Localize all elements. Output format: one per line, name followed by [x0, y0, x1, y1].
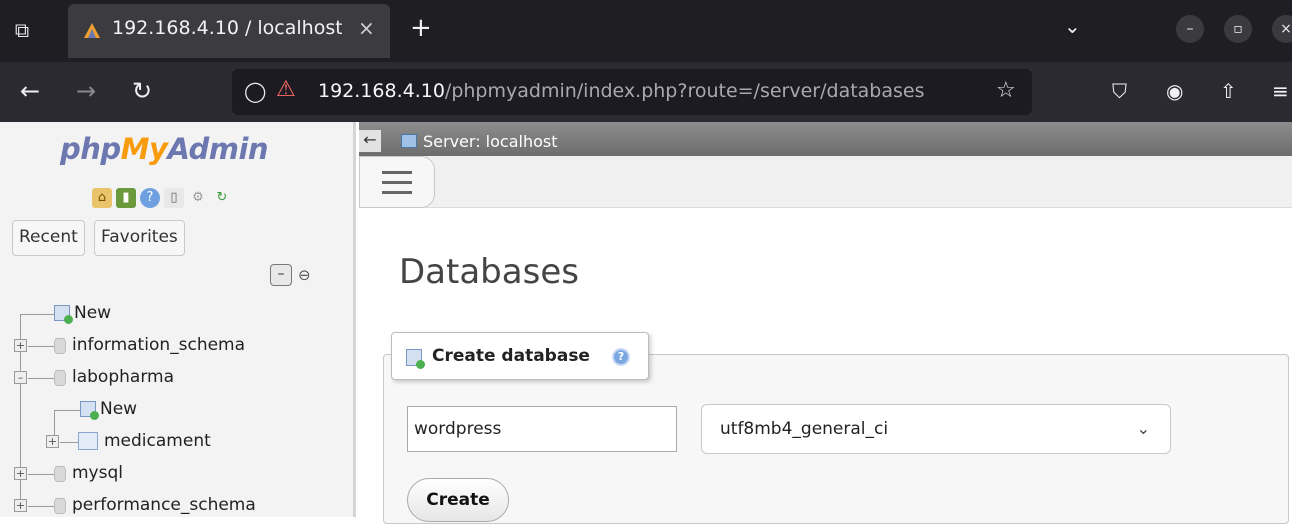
new-database-icon	[54, 305, 73, 324]
reload-nav-icon[interactable]: ↻	[212, 188, 232, 208]
account-icon[interactable]: ◉	[1166, 76, 1183, 106]
tree-item-performance-schema[interactable]: + performance_schema	[0, 490, 350, 522]
close-window-button[interactable]: ×	[1272, 15, 1292, 43]
expand-icon[interactable]: +	[14, 467, 27, 480]
hamburger-menu-button[interactable]	[359, 156, 435, 208]
expand-icon[interactable]: +	[14, 339, 27, 352]
tab-list-icon[interactable]: ⧉	[8, 16, 36, 44]
pocket-icon[interactable]: ⛉	[1112, 76, 1127, 106]
browser-tab[interactable]: 192.168.4.10 / localhost | ×	[68, 4, 390, 58]
new-database-icon	[406, 349, 425, 369]
collapse-all-icon[interactable]: –	[270, 264, 292, 286]
collation-select[interactable]: utf8mb4_general_ci ⌄	[701, 404, 1171, 454]
expand-icon[interactable]: +	[46, 435, 59, 448]
top-menu-bar	[359, 156, 1292, 208]
chevron-down-icon[interactable]: ⌄	[1064, 14, 1081, 38]
minimize-button[interactable]: –	[1176, 15, 1204, 43]
maximize-button[interactable]: ▫	[1224, 15, 1252, 43]
tree-item-medicament[interactable]: + medicament	[0, 426, 350, 458]
database-name-input[interactable]: wordpress	[407, 406, 677, 452]
collapse-panel-arrow-icon[interactable]: ←	[359, 130, 381, 152]
url-bar[interactable]: ◯ ⚠ 192.168.4.10/phpmyadmin/index.php?ro…	[232, 69, 1032, 115]
tab-favorites[interactable]: Favorites	[94, 220, 185, 256]
docs-icon[interactable]: ▯	[164, 188, 184, 208]
url-text[interactable]: 192.168.4.10/phpmyadmin/index.php?route=…	[318, 80, 925, 102]
tab-title: 192.168.4.10 / localhost |	[112, 17, 342, 39]
database-icon	[54, 466, 66, 482]
browser-nav-bar: ← → ↻ ◯ ⚠ 192.168.4.10/phpmyadmin/index.…	[0, 62, 1292, 122]
browser-tab-bar: ⧉ 192.168.4.10 / localhost | × + ⌄ – ▫ ×	[0, 0, 1292, 62]
menu-icon[interactable]: ≡	[1272, 76, 1289, 106]
tree-item-labopharma-new[interactable]: New	[0, 394, 350, 426]
new-table-icon	[80, 401, 99, 420]
back-icon[interactable]: ←	[20, 76, 40, 106]
tree-item-labopharma[interactable]: – labopharma	[0, 362, 350, 394]
link-icon[interactable]: ⊖	[298, 266, 311, 284]
database-icon	[54, 370, 66, 386]
logout-icon[interactable]: ▮	[116, 188, 136, 208]
database-icon	[54, 498, 66, 514]
table-icon	[78, 432, 98, 450]
shield-icon[interactable]: ◯	[244, 79, 266, 103]
server-icon	[401, 134, 417, 148]
tree-item-information-schema[interactable]: + information_schema	[0, 330, 350, 362]
settings-icon[interactable]: ⚙	[188, 188, 208, 208]
insecure-lock-icon[interactable]: ⚠	[276, 77, 296, 102]
reload-icon[interactable]: ↻	[132, 76, 152, 106]
tree-item-new[interactable]: New	[0, 298, 350, 330]
forward-icon[interactable]: →	[76, 76, 96, 106]
tree-item-mysql[interactable]: + mysql	[0, 458, 350, 490]
chevron-down-icon: ⌄	[1136, 419, 1150, 438]
create-database-legend: Create database ?	[391, 332, 649, 380]
help-icon[interactable]: ?	[612, 348, 630, 366]
new-tab-button[interactable]: +	[410, 14, 432, 42]
phpmyadmin-favicon	[84, 23, 100, 38]
help-icon[interactable]: ?	[140, 188, 160, 208]
server-breadcrumb-bar: ← Server: localhost	[359, 122, 1292, 156]
create-database-label: Create database	[432, 346, 590, 366]
extensions-icon[interactable]: ⇧	[1220, 76, 1237, 106]
home-icon[interactable]: ⌂	[92, 188, 112, 208]
tab-close-icon[interactable]: ×	[358, 16, 375, 40]
phpmyadmin-logo[interactable]: phpMyAdmin	[60, 132, 269, 166]
collapse-icon[interactable]: –	[14, 371, 27, 384]
server-breadcrumb[interactable]: Server: localhost	[423, 132, 557, 151]
bookmark-star-icon[interactable]: ☆	[996, 78, 1016, 103]
tab-recent[interactable]: Recent	[12, 220, 85, 256]
navigation-panel: phpMyAdmin ⌂ ▮ ? ▯ ⚙ ↻ Recent Favorites …	[0, 122, 356, 517]
database-icon	[54, 338, 66, 354]
create-button[interactable]: Create	[407, 478, 509, 522]
expand-icon[interactable]: +	[14, 499, 27, 512]
page-title: Databases	[399, 252, 579, 292]
main-content: ← Server: localhost Databases Create dat…	[359, 122, 1292, 524]
